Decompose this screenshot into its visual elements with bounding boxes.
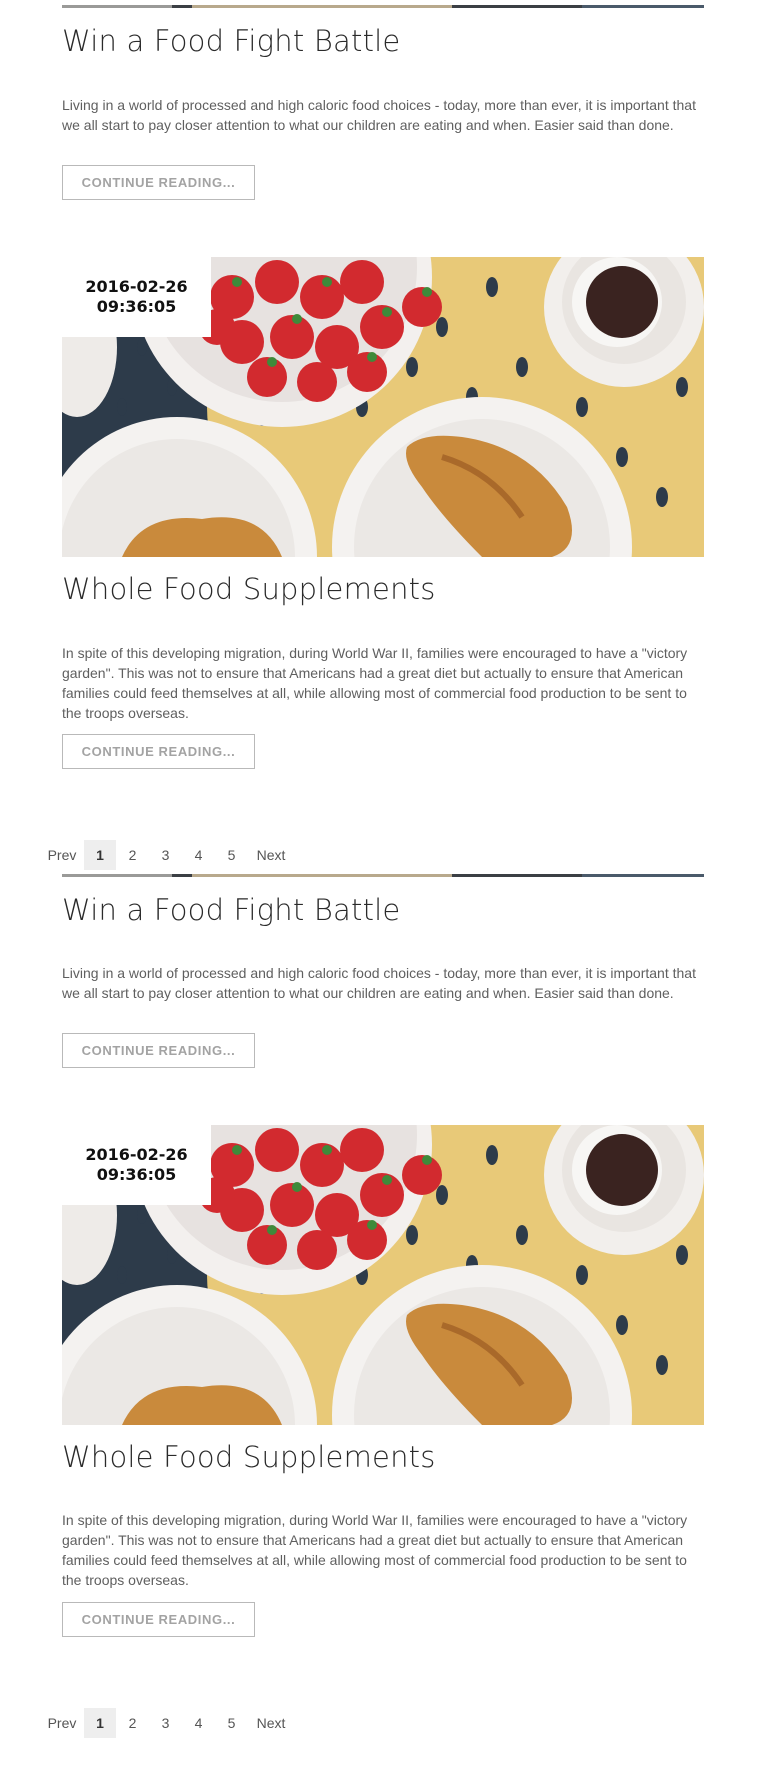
continue-reading-button[interactable]: CONTINUE READING... xyxy=(62,165,255,200)
pagination: Prev 1 2 3 4 5 Next xyxy=(40,840,294,870)
post-image-strip xyxy=(62,0,704,8)
post-date-badge: 2016-02-26 09:36:05 xyxy=(62,1125,211,1205)
post-excerpt: Living in a world of processed and high … xyxy=(62,965,696,1001)
post-image-strip xyxy=(62,869,704,877)
pagination-page-3[interactable]: 3 xyxy=(149,840,182,870)
pagination-page-4[interactable]: 4 xyxy=(182,1708,215,1738)
post-image[interactable]: 2016-02-26 09:36:05 xyxy=(62,257,704,557)
pagination: Prev 1 2 3 4 5 Next xyxy=(40,1708,294,1738)
post-title[interactable]: Whole Food Supplements xyxy=(62,1440,436,1474)
post-excerpt: In spite of this developing migration, d… xyxy=(62,645,688,721)
pagination-page-1[interactable]: 1 xyxy=(84,840,116,870)
post-title[interactable]: Whole Food Supplements xyxy=(62,572,436,606)
pagination-page-2[interactable]: 2 xyxy=(116,840,149,870)
post-time: 09:36:05 xyxy=(96,1165,177,1184)
pagination-next[interactable]: Next xyxy=(248,1708,294,1738)
post-title[interactable]: Win a Food Fight Battle xyxy=(62,893,400,927)
pagination-prev[interactable]: Prev xyxy=(40,840,84,870)
post-date-badge: 2016-02-26 09:36:05 xyxy=(62,257,211,337)
post-image[interactable]: 2016-02-26 09:36:05 xyxy=(62,1125,704,1425)
post-date: 2016-02-26 xyxy=(85,277,188,296)
pagination-page-4[interactable]: 4 xyxy=(182,840,215,870)
pagination-page-1[interactable]: 1 xyxy=(84,1708,116,1738)
continue-reading-button[interactable]: CONTINUE READING... xyxy=(62,1033,255,1068)
continue-reading-button[interactable]: CONTINUE READING... xyxy=(62,734,255,769)
pagination-page-2[interactable]: 2 xyxy=(116,1708,149,1738)
post-date: 2016-02-26 xyxy=(85,1145,188,1164)
post-title[interactable]: Win a Food Fight Battle xyxy=(62,24,400,58)
post-time: 09:36:05 xyxy=(96,297,177,316)
pagination-page-5[interactable]: 5 xyxy=(215,1708,248,1738)
post-excerpt: In spite of this developing migration, d… xyxy=(62,1512,688,1588)
pagination-page-3[interactable]: 3 xyxy=(149,1708,182,1738)
continue-reading-button[interactable]: CONTINUE READING... xyxy=(62,1602,255,1637)
pagination-page-5[interactable]: 5 xyxy=(215,840,248,870)
post-excerpt: Living in a world of processed and high … xyxy=(62,97,696,133)
pagination-next[interactable]: Next xyxy=(248,840,294,870)
pagination-prev[interactable]: Prev xyxy=(40,1708,84,1738)
